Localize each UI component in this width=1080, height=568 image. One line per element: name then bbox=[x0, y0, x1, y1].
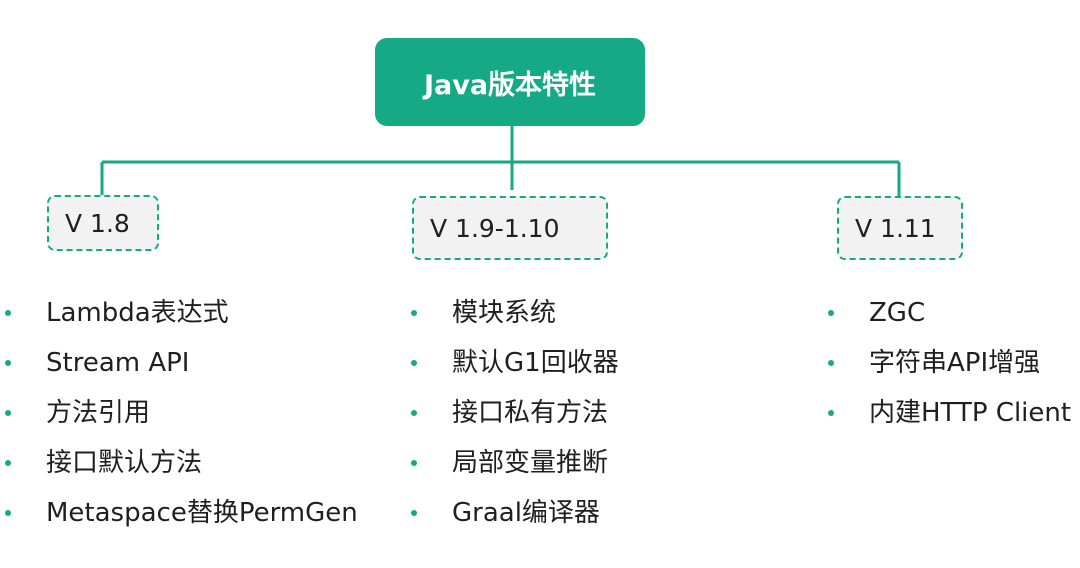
bullet-icon bbox=[411, 410, 417, 416]
list-item: 接口默认方法 bbox=[5, 438, 358, 488]
list-item: Stream API bbox=[5, 338, 358, 388]
list-item: Graal编译器 bbox=[411, 488, 619, 538]
version-box-v111: V 1.11 bbox=[837, 196, 963, 260]
version-box-v18: V 1.8 bbox=[47, 195, 159, 251]
bullet-icon bbox=[5, 310, 11, 316]
feature-list-v19-110: 模块系统 默认G1回收器 接口私有方法 局部变量推断 Graal编译器 bbox=[411, 288, 619, 538]
version-box-v19-110: V 1.9-1.10 bbox=[412, 196, 608, 260]
bullet-icon bbox=[5, 360, 11, 366]
version-label: V 1.11 bbox=[855, 213, 936, 243]
root-node: Java版本特性 bbox=[375, 38, 645, 126]
list-item: 字符串API增强 bbox=[828, 338, 1071, 388]
bullet-icon bbox=[828, 410, 834, 416]
root-label: Java版本特性 bbox=[423, 69, 597, 101]
list-item: 方法引用 bbox=[5, 388, 358, 438]
bullet-icon bbox=[5, 510, 11, 516]
bullet-icon bbox=[828, 310, 834, 316]
feature-list-v18: Lambda表达式 Stream API 方法引用 接口默认方法 Metaspa… bbox=[5, 288, 358, 538]
feature-list-v111: ZGC 字符串API增强 内建HTTP Client bbox=[828, 288, 1071, 438]
bullet-icon bbox=[828, 360, 834, 366]
bullet-icon bbox=[5, 410, 11, 416]
version-label: V 1.9-1.10 bbox=[430, 213, 560, 243]
list-item: 接口私有方法 bbox=[411, 388, 619, 438]
bullet-icon bbox=[411, 510, 417, 516]
bullet-icon bbox=[5, 460, 11, 466]
list-item: Lambda表达式 bbox=[5, 288, 358, 338]
list-item: 内建HTTP Client bbox=[828, 388, 1071, 438]
bullet-icon bbox=[411, 460, 417, 466]
bullet-icon bbox=[411, 310, 417, 316]
bullet-icon bbox=[411, 360, 417, 366]
list-item: ZGC bbox=[828, 288, 1071, 338]
list-item: 默认G1回收器 bbox=[411, 338, 619, 388]
list-item: 模块系统 bbox=[411, 288, 619, 338]
version-label: V 1.8 bbox=[65, 208, 130, 238]
list-item: 局部变量推断 bbox=[411, 438, 619, 488]
list-item: Metaspace替换PermGen bbox=[5, 488, 358, 538]
